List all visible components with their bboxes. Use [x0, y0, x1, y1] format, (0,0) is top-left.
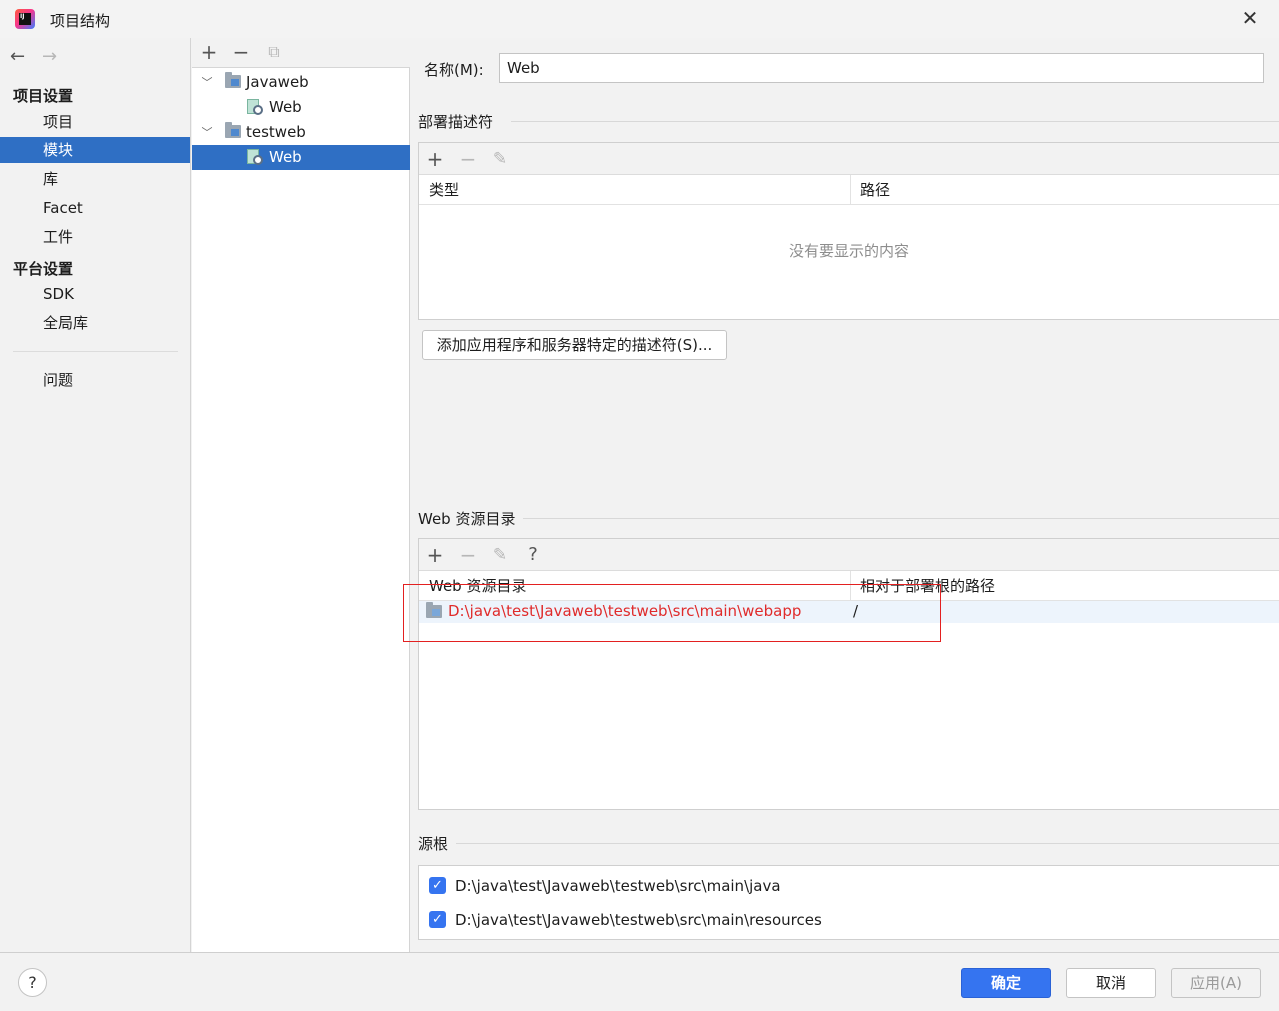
facet-settings-panel: 名称(M): 部署描述符 + − ✎ 类型 路径 没有要显示的内容 添加应用程序… [403, 38, 1279, 952]
module-folder-icon [225, 72, 241, 88]
add-icon[interactable]: + [424, 148, 446, 170]
highlight-annotation-box [403, 584, 941, 642]
apply-button[interactable]: 应用(A) [1171, 968, 1261, 998]
nav-item-sdk[interactable]: SDK [0, 281, 190, 307]
add-icon[interactable]: + [424, 544, 446, 566]
edit-icon[interactable]: ✎ [489, 544, 511, 566]
title-bar: IJ 项目结构 ✕ [0, 0, 1279, 38]
chevron-down-icon[interactable]: ﹀ [200, 120, 214, 145]
tree-node-label: Javaweb [246, 73, 309, 91]
settings-nav: ← → 项目设置 项目 模块 库 Facet 工件 平台设置 SDK 全局库 问题 [0, 38, 191, 952]
help-icon[interactable]: ? [522, 544, 544, 566]
column-header-type[interactable]: 类型 [419, 175, 850, 205]
tree-node-label: Web [269, 148, 302, 166]
nav-item-problems[interactable]: 问题 [0, 367, 190, 393]
intellij-logo-icon: IJ [15, 9, 35, 29]
nav-item-artifacts[interactable]: 工件 [0, 224, 190, 250]
help-button[interactable]: ? [18, 968, 47, 997]
nav-arrows: ← → [10, 46, 66, 67]
section-divider [523, 518, 1279, 519]
web-facet-icon [247, 99, 264, 116]
source-roots-title: 源根 [418, 835, 449, 853]
copy-icon[interactable]: ⧉ [263, 41, 285, 63]
project-settings-header: 项目设置 [13, 87, 74, 105]
deployment-descriptors-title: 部署描述符 [418, 113, 494, 131]
platform-settings-header: 平台设置 [13, 260, 74, 278]
tree-node-testweb-web[interactable]: Web [192, 145, 410, 170]
cancel-button[interactable]: 取消 [1066, 968, 1156, 998]
nav-item-global-libraries[interactable]: 全局库 [0, 310, 190, 336]
remove-icon[interactable]: − [457, 544, 479, 566]
forward-arrow-icon[interactable]: → [42, 46, 66, 67]
source-root-checkbox[interactable]: ✓ [429, 877, 446, 894]
section-divider [456, 843, 1279, 844]
tree-node-javaweb[interactable]: ﹀ Javaweb [192, 70, 410, 95]
tree-node-testweb[interactable]: ﹀ testweb [192, 120, 410, 145]
close-icon[interactable]: ✕ [1239, 7, 1261, 29]
nav-item-modules[interactable]: 模块 [0, 137, 190, 163]
tree-node-label: Web [269, 98, 302, 116]
deployment-toolbar: + − ✎ [419, 143, 1279, 175]
remove-icon[interactable]: − [457, 148, 479, 170]
name-input[interactable] [499, 53, 1264, 83]
module-folder-icon [225, 122, 241, 138]
web-facet-icon [247, 149, 264, 166]
deployment-descriptors-table: + − ✎ 类型 路径 没有要显示的内容 [418, 142, 1279, 320]
source-roots-list: ✓ D:\java\test\Javaweb\testweb\src\main\… [418, 865, 1279, 940]
remove-icon[interactable]: − [230, 41, 252, 63]
web-resource-toolbar: + − ✎ ? [419, 539, 1279, 571]
source-root-path: D:\java\test\Javaweb\testweb\src\main\re… [455, 911, 822, 929]
back-arrow-icon[interactable]: ← [10, 46, 34, 67]
column-header-path[interactable]: 路径 [850, 175, 1279, 205]
web-resource-table: + − ✎ ? Web 资源目录 相对于部署根的路径 D:\java\test\… [403, 538, 1279, 810]
tree-node-label: testweb [246, 123, 306, 141]
nav-item-facet[interactable]: Facet [0, 195, 190, 221]
tree-toolbar: + − ⧉ [192, 38, 410, 68]
dialog-footer: ? 确定 取消 应用(A) [0, 952, 1279, 1011]
module-tree-panel: + − ⧉ ﹀ Javaweb Web ﹀ testweb Web [192, 38, 410, 952]
edit-icon[interactable]: ✎ [489, 148, 511, 170]
nav-divider [13, 351, 178, 352]
nav-item-project[interactable]: 项目 [0, 109, 190, 135]
web-resource-directories-title: Web 资源目录 [418, 510, 516, 528]
tree-node-javaweb-web[interactable]: Web [192, 95, 410, 120]
add-icon[interactable]: + [198, 41, 220, 63]
source-root-path: D:\java\test\Javaweb\testweb\src\main\ja… [455, 877, 781, 895]
empty-table-text: 没有要显示的内容 [788, 242, 909, 260]
chevron-down-icon[interactable]: ﹀ [200, 70, 214, 95]
add-server-descriptor-button[interactable]: 添加应用程序和服务器特定的描述符(S)... [422, 330, 727, 360]
window-title: 项目结构 [50, 12, 111, 30]
nav-item-libraries[interactable]: 库 [0, 166, 190, 192]
name-label: 名称(M): [424, 61, 484, 79]
section-divider [511, 121, 1279, 122]
ok-button[interactable]: 确定 [961, 968, 1051, 998]
source-root-checkbox[interactable]: ✓ [429, 911, 446, 928]
